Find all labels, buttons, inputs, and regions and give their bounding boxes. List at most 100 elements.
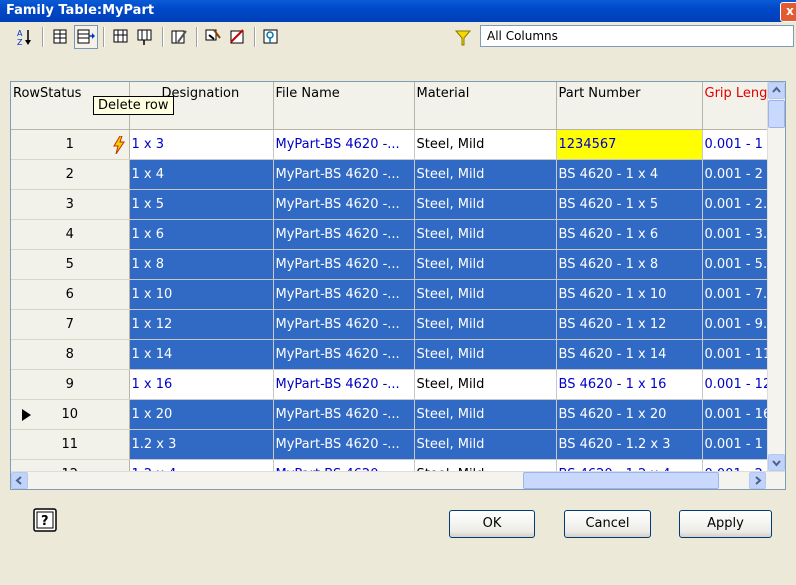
part-number-cell[interactable]: BS 4620 - 1 x 16 xyxy=(556,369,703,400)
designation-cell[interactable]: 1.2 x 3 xyxy=(129,429,274,460)
designation-cell[interactable]: 1 x 6 xyxy=(129,219,274,250)
file-name-cell[interactable]: MyPart-BS 4620 -... xyxy=(273,279,415,310)
toolbar-separator xyxy=(196,27,198,47)
sort-az-button[interactable]: A Z xyxy=(14,26,36,48)
series-button[interactable] xyxy=(202,26,224,48)
file-name-cell[interactable]: MyPart-BS 4620 -... xyxy=(273,189,415,220)
material-cell[interactable]: Steel, Mild xyxy=(414,309,557,340)
file-name-cell[interactable]: MyPart-BS 4620 -... xyxy=(273,339,415,370)
table-row[interactable]: 8 1 x 14 MyPart-BS 4620 -... Steel, Mild… xyxy=(11,339,780,370)
row-number: 5 xyxy=(65,256,74,272)
verify-button[interactable] xyxy=(226,26,248,48)
close-button[interactable]: x xyxy=(780,2,796,22)
key-column-button[interactable] xyxy=(260,26,282,48)
table-row[interactable]: 5 1 x 8 MyPart-BS 4620 -... Steel, Mild … xyxy=(11,249,780,280)
row-status-cell[interactable]: 2 xyxy=(11,159,130,190)
designation-cell[interactable]: 1 x 3 xyxy=(129,129,274,160)
table-row[interactable]: 6 1 x 10 MyPart-BS 4620 -... Steel, Mild… xyxy=(11,279,780,310)
column-header-part-number[interactable]: Part Number xyxy=(556,82,703,130)
table-row[interactable]: 4 1 x 6 MyPart-BS 4620 -... Steel, Mild … xyxy=(11,219,780,250)
table-row[interactable]: 1 1 x 3 MyPart-BS 4620 -... Steel, Mild … xyxy=(11,129,780,160)
file-name-cell[interactable]: MyPart-BS 4620 -... xyxy=(273,309,415,340)
designation-cell[interactable]: 1 x 8 xyxy=(129,249,274,280)
insert-row-icon xyxy=(53,29,67,44)
table-row[interactable]: 9 1 x 16 MyPart-BS 4620 -... Steel, Mild… xyxy=(11,369,780,400)
table-row[interactable]: 3 1 x 5 MyPart-BS 4620 -... Steel, Mild … xyxy=(11,189,780,220)
delete-column-button[interactable] xyxy=(134,26,156,48)
designation-cell[interactable]: 1 x 10 xyxy=(129,279,274,310)
scroll-right-button[interactable] xyxy=(749,472,766,489)
horizontal-scroll-thumb[interactable] xyxy=(523,472,719,489)
material-cell[interactable]: Steel, Mild xyxy=(414,159,557,190)
scroll-left-button[interactable] xyxy=(11,472,28,489)
part-number-cell[interactable]: BS 4620 - 1 x 6 xyxy=(556,219,703,250)
filter-value: All Columns xyxy=(487,29,558,43)
column-header-file-name[interactable]: File Name xyxy=(273,82,415,130)
designation-cell[interactable]: 1 x 20 xyxy=(129,399,274,430)
part-number-cell[interactable]: BS 4620 - 1 x 4 xyxy=(556,159,703,190)
designation-cell[interactable]: 1 x 12 xyxy=(129,309,274,340)
material-cell[interactable]: Steel, Mild xyxy=(414,429,557,460)
filter-dropdown[interactable]: All Columns xyxy=(480,25,794,47)
table-row[interactable]: 7 1 x 12 MyPart-BS 4620 -... Steel, Mild… xyxy=(11,309,780,340)
designation-cell[interactable]: 1 x 5 xyxy=(129,189,274,220)
part-number-cell[interactable]: BS 4620 - 1 x 8 xyxy=(556,249,703,280)
row-status-cell[interactable]: 3 xyxy=(11,189,130,220)
ok-button[interactable]: OK xyxy=(449,510,535,538)
column-header-material[interactable]: Material xyxy=(414,82,557,130)
designation-cell[interactable]: 1 x 16 xyxy=(129,369,274,400)
part-number-cell[interactable]: BS 4620 - 1 x 5 xyxy=(556,189,703,220)
part-number-cell[interactable]: BS 4620 - 1 x 14 xyxy=(556,339,703,370)
edit-column-button[interactable] xyxy=(168,26,190,48)
scroll-up-button[interactable] xyxy=(768,82,785,99)
material-cell[interactable]: Steel, Mild xyxy=(414,219,557,250)
material-cell[interactable]: Steel, Mild xyxy=(414,129,557,160)
row-status-cell[interactable]: 11 xyxy=(11,429,130,460)
file-name-cell[interactable]: MyPart-BS 4620 -... xyxy=(273,369,415,400)
part-number-cell[interactable]: BS 4620 - 1 x 12 xyxy=(556,309,703,340)
row-status-cell[interactable]: 7 xyxy=(11,309,130,340)
table-row[interactable]: 10 1 x 20 MyPart-BS 4620 -... Steel, Mil… xyxy=(11,399,780,430)
table-row[interactable]: 2 1 x 4 MyPart-BS 4620 -... Steel, Mild … xyxy=(11,159,780,190)
window-title: Family Table:MyPart xyxy=(6,3,155,18)
designation-cell[interactable]: 1 x 4 xyxy=(129,159,274,190)
material-cell[interactable]: Steel, Mild xyxy=(414,279,557,310)
row-status-cell[interactable]: 5 xyxy=(11,249,130,280)
part-number-cell[interactable]: BS 4620 - 1 x 20 xyxy=(556,399,703,430)
delete-row-icon xyxy=(77,29,95,44)
file-name-cell[interactable]: MyPart-BS 4620 -... xyxy=(273,219,415,250)
row-status-cell[interactable]: 6 xyxy=(11,279,130,310)
verify-icon xyxy=(230,29,244,44)
file-name-cell[interactable]: MyPart-BS 4620 -... xyxy=(273,399,415,430)
horizontal-scrollbar[interactable] xyxy=(11,471,785,489)
row-status-cell[interactable]: 10 xyxy=(11,399,130,430)
material-cell[interactable]: Steel, Mild xyxy=(414,339,557,370)
file-name-cell[interactable]: MyPart-BS 4620 -... xyxy=(273,159,415,190)
part-number-cell[interactable]: BS 4620 - 1 x 10 xyxy=(556,279,703,310)
vertical-scrollbar[interactable] xyxy=(767,82,785,472)
vertical-scroll-thumb[interactable] xyxy=(768,100,785,128)
title-bar: Family Table:MyPart x xyxy=(0,0,796,22)
help-button[interactable]: ? xyxy=(33,508,57,532)
delete-row-button[interactable] xyxy=(74,25,98,49)
file-name-cell[interactable]: MyPart-BS 4620 -... xyxy=(273,129,415,160)
scroll-down-button[interactable] xyxy=(768,454,785,471)
row-status-cell[interactable]: 4 xyxy=(11,219,130,250)
file-name-cell[interactable]: MyPart-BS 4620 -... xyxy=(273,429,415,460)
apply-button[interactable]: Apply xyxy=(679,510,772,538)
material-cell[interactable]: Steel, Mild xyxy=(414,369,557,400)
part-number-cell[interactable]: 1234567 xyxy=(556,129,703,160)
designation-cell[interactable]: 1 x 14 xyxy=(129,339,274,370)
table-row[interactable]: 11 1.2 x 3 MyPart-BS 4620 -... Steel, Mi… xyxy=(11,429,780,460)
row-status-cell[interactable]: 9 xyxy=(11,369,130,400)
row-status-cell[interactable]: 1 xyxy=(11,129,130,160)
material-cell[interactable]: Steel, Mild xyxy=(414,189,557,220)
insert-column-button[interactable] xyxy=(110,26,132,48)
material-cell[interactable]: Steel, Mild xyxy=(414,249,557,280)
material-cell[interactable]: Steel, Mild xyxy=(414,399,557,430)
file-name-cell[interactable]: MyPart-BS 4620 -... xyxy=(273,249,415,280)
insert-row-button[interactable] xyxy=(50,26,72,48)
row-status-cell[interactable]: 8 xyxy=(11,339,130,370)
part-number-cell[interactable]: BS 4620 - 1.2 x 3 xyxy=(556,429,703,460)
cancel-button[interactable]: Cancel xyxy=(564,510,651,538)
